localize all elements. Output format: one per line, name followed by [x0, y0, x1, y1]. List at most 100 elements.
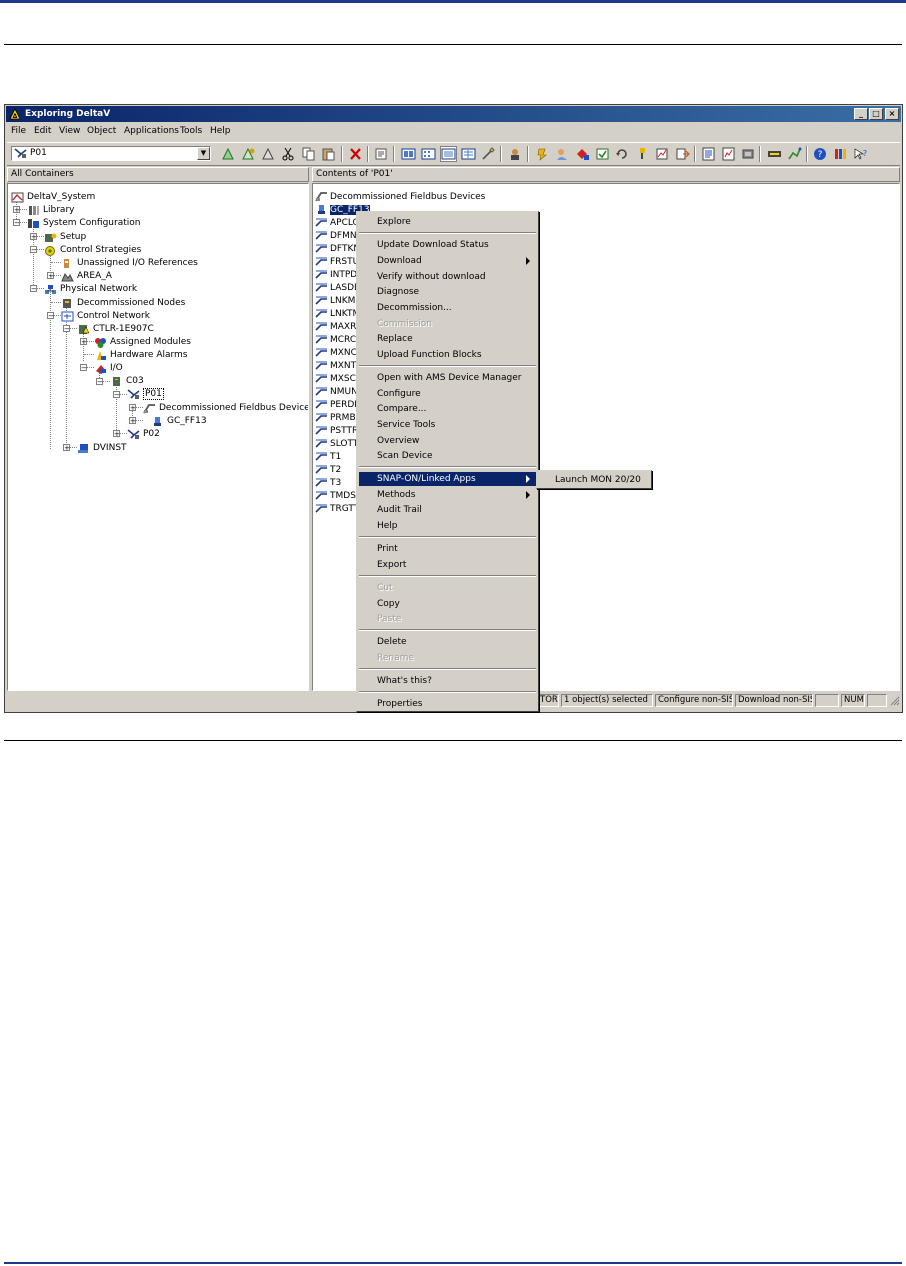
assign-icon[interactable]: [787, 147, 802, 161]
small-icons-view-icon[interactable]: [421, 147, 436, 161]
list-item[interactable]: MCRCY: [315, 334, 361, 346]
list-item[interactable]: PSTTRI: [315, 425, 361, 437]
tree-item-library[interactable]: Library: [27, 204, 74, 216]
tree-item-p02[interactable]: P02: [127, 428, 160, 440]
tree-item-control-strategies[interactable]: Control Strategies: [44, 244, 141, 256]
export-icon[interactable]: [675, 147, 690, 161]
tree-expander[interactable]: +: [63, 444, 70, 452]
tree-expander[interactable]: −: [30, 285, 37, 293]
list-item[interactable]: PERDLI: [315, 399, 362, 411]
tree-item-decommissioned-nodes[interactable]: Decommissioned Nodes: [61, 297, 185, 309]
tree-item-system-configuration[interactable]: System Configuration: [27, 217, 140, 229]
list-item[interactable]: LNKTM: [315, 308, 360, 320]
tree-item-assigned-modules[interactable]: Assigned Modules: [94, 336, 191, 348]
menu-item-commission[interactable]: Commission: [359, 317, 536, 331]
menu-item-scan-device[interactable]: Scan Device: [359, 449, 536, 463]
left-pane-header[interactable]: All Containers: [7, 167, 309, 182]
title-bar[interactable]: Δ Exploring DeltaV _ □ ×: [6, 106, 901, 122]
menu-item-rename[interactable]: Rename: [359, 651, 536, 665]
right-pane-header[interactable]: Contents of 'P01': [312, 167, 900, 182]
operate-icon[interactable]: [535, 147, 550, 161]
tree-item-setup[interactable]: Setup: [44, 231, 86, 243]
list-item[interactable]: TRGTTI: [315, 503, 362, 515]
menu-item-cut[interactable]: Cut: [359, 581, 536, 595]
tree-expander[interactable]: −: [96, 378, 103, 386]
tree-expander[interactable]: −: [13, 219, 20, 227]
device-list-icon[interactable]: [741, 147, 756, 161]
list-item[interactable]: SLOTTI: [315, 438, 361, 450]
menu-item-explore[interactable]: Explore: [359, 215, 536, 229]
list-item[interactable]: TMDST: [315, 490, 361, 502]
properties-icon[interactable]: [374, 147, 389, 161]
paste-icon[interactable]: [321, 147, 336, 161]
control-studio-icon[interactable]: [575, 147, 590, 161]
whats-this-icon[interactable]: ?: [853, 147, 868, 161]
resize-grip-icon[interactable]: [890, 696, 900, 706]
calibration-icon[interactable]: [767, 147, 782, 161]
close-button[interactable]: ×: [885, 108, 899, 120]
list-item[interactable]: Decommissioned Fieldbus Devices: [315, 191, 485, 203]
process-history-icon[interactable]: [655, 147, 670, 161]
menu-item-compare[interactable]: Compare...: [359, 402, 536, 416]
report-icon[interactable]: [701, 147, 716, 161]
list-item[interactable]: PRMBL: [315, 412, 361, 424]
list-item[interactable]: APCLO: [315, 217, 360, 229]
tree-item-control-network[interactable]: Control Network: [61, 310, 150, 322]
chart-report-icon[interactable]: [721, 147, 736, 161]
menu-item-launch-mon-2020[interactable]: Launch MON 20/20: [539, 473, 649, 487]
menu-item-whats-this[interactable]: What's this?: [359, 674, 536, 688]
menu-applications[interactable]: Applications: [124, 126, 179, 136]
tree-item-decommissioned-fieldbus[interactable]: Decommissioned Fieldbus Devices: [143, 402, 308, 414]
menu-item-download[interactable]: Download: [359, 254, 536, 268]
tree-expander[interactable]: +: [80, 338, 87, 346]
menu-item-properties[interactable]: Properties: [359, 697, 536, 711]
copy-icon[interactable]: [301, 147, 316, 161]
list-item[interactable]: T3: [315, 477, 341, 489]
menu-item-diagnose[interactable]: Diagnose: [359, 285, 536, 299]
menu-item-overview[interactable]: Overview: [359, 434, 536, 448]
tree-expander[interactable]: +: [47, 272, 54, 280]
menu-item-methods[interactable]: Methods: [359, 488, 536, 502]
network-add-icon[interactable]: [241, 147, 256, 161]
help-icon[interactable]: ?: [813, 147, 828, 161]
tree-item-p01[interactable]: P01: [127, 388, 164, 400]
menu-view[interactable]: View: [59, 126, 80, 136]
menu-item-snap-on-linked-apps[interactable]: SNAP-ON/Linked Apps: [359, 472, 536, 486]
menu-help[interactable]: Help: [210, 126, 231, 136]
menu-file[interactable]: File: [11, 126, 26, 136]
menu-edit[interactable]: Edit: [34, 126, 51, 136]
delete-icon[interactable]: [348, 147, 363, 161]
list-item[interactable]: T2: [315, 464, 341, 476]
minimize-button[interactable]: _: [854, 108, 868, 120]
books-online-icon[interactable]: [833, 147, 848, 161]
refresh-icon[interactable]: [615, 147, 630, 161]
list-item[interactable]: DFTKN: [315, 243, 360, 255]
menu-item-export[interactable]: Export: [359, 558, 536, 572]
config-audit-icon[interactable]: [595, 147, 610, 161]
tree-expander[interactable]: −: [63, 325, 70, 333]
large-icons-view-icon[interactable]: [401, 147, 416, 161]
list-view-icon[interactable]: [440, 146, 457, 162]
menu-item-paste[interactable]: Paste: [359, 612, 536, 626]
details-view-icon[interactable]: [461, 147, 476, 161]
user-manager-icon[interactable]: [508, 147, 523, 161]
tree-item-unassigned-io[interactable]: Unassigned I/O References: [61, 257, 198, 269]
tree-expander[interactable]: +: [13, 206, 20, 214]
menu-item-verify-without-download[interactable]: Verify without download: [359, 270, 536, 284]
maximize-button[interactable]: □: [869, 108, 883, 120]
network-remove-icon[interactable]: [261, 147, 276, 161]
diagnostics-icon[interactable]: [555, 147, 570, 161]
chevron-down-icon[interactable]: ▼: [197, 147, 210, 160]
menu-tools[interactable]: Tools: [180, 126, 202, 136]
tree-expander[interactable]: +: [129, 417, 136, 425]
tree-expander[interactable]: −: [80, 364, 87, 372]
tree-expander[interactable]: +: [30, 233, 37, 241]
menu-item-copy[interactable]: Copy: [359, 597, 536, 611]
cut-icon[interactable]: [281, 147, 296, 161]
list-item[interactable]: MAXRS: [315, 321, 362, 333]
tree-item-hardware-alarms[interactable]: Hardware Alarms: [94, 349, 187, 361]
tree-item-area-a[interactable]: AREA_A: [61, 270, 112, 282]
menu-item-delete[interactable]: Delete: [359, 635, 536, 649]
menu-item-open-with-ams[interactable]: Open with AMS Device Manager: [359, 371, 536, 385]
tree-expander[interactable]: −: [113, 391, 120, 399]
